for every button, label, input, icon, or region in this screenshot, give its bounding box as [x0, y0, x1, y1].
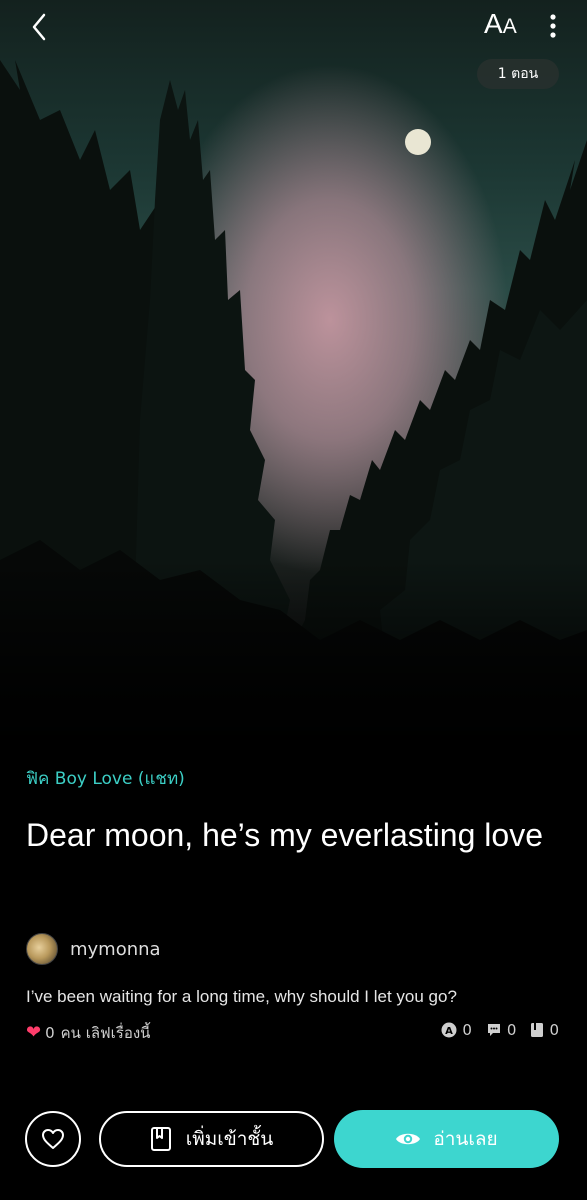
- views-icon: A: [441, 1022, 457, 1038]
- story-description: I’ve been waiting for a long time, why s…: [26, 987, 457, 1006]
- more-vert-icon: [550, 14, 556, 38]
- shelf-count: 0: [549, 1021, 559, 1039]
- author-name[interactable]: mymonna: [70, 939, 161, 960]
- heart-outline-icon: [42, 1129, 64, 1149]
- svg-text:A: A: [445, 1026, 453, 1037]
- love-count: 0: [45, 1024, 55, 1042]
- genre-label[interactable]: ฟิค Boy Love (แชท): [26, 765, 185, 792]
- comments-stat: 0: [486, 1021, 517, 1039]
- shelf-icon: [531, 1023, 544, 1037]
- shelf-stat: 0: [530, 1021, 559, 1039]
- heart-icon: ❤: [26, 1022, 42, 1043]
- author-avatar[interactable]: [26, 933, 58, 965]
- love-button[interactable]: [25, 1111, 81, 1167]
- read-now-button[interactable]: อ่านเลย: [334, 1110, 559, 1168]
- add-to-shelf-button[interactable]: เพิ่มเข้าชั้น: [99, 1111, 324, 1167]
- comments-count: 0: [506, 1021, 517, 1039]
- story-title: Dear moon, he’s my everlasting love: [26, 817, 543, 853]
- top-bar: AA: [0, 0, 587, 56]
- font-size-button[interactable]: AA: [484, 8, 524, 44]
- font-size-icon-big: A: [484, 8, 503, 39]
- bookmark-book-icon: [150, 1127, 171, 1151]
- views-stat: A 0: [441, 1021, 472, 1039]
- read-now-label: อ่านเลย: [433, 1128, 498, 1150]
- back-button[interactable]: [24, 10, 54, 44]
- story-stats: A 0 0 0: [427, 1021, 559, 1039]
- love-count-row: ❤ 0 คน เลิฟเรื่องนี้: [26, 1021, 150, 1045]
- font-size-icon-small: A: [502, 15, 517, 38]
- eye-icon: [396, 1133, 421, 1145]
- love-count-text: คน เลิฟเรื่องนี้: [60, 1024, 151, 1042]
- more-options-button[interactable]: [544, 10, 562, 42]
- author-row[interactable]: mymonna: [26, 933, 161, 965]
- cover-image: [0, 0, 587, 760]
- add-to-shelf-label: เพิ่มเข้าชั้น: [185, 1128, 274, 1150]
- back-icon: [32, 13, 46, 41]
- episode-count-badge: 1 ตอน: [477, 59, 559, 89]
- views-count: 0: [462, 1021, 472, 1039]
- comment-icon: [487, 1024, 500, 1036]
